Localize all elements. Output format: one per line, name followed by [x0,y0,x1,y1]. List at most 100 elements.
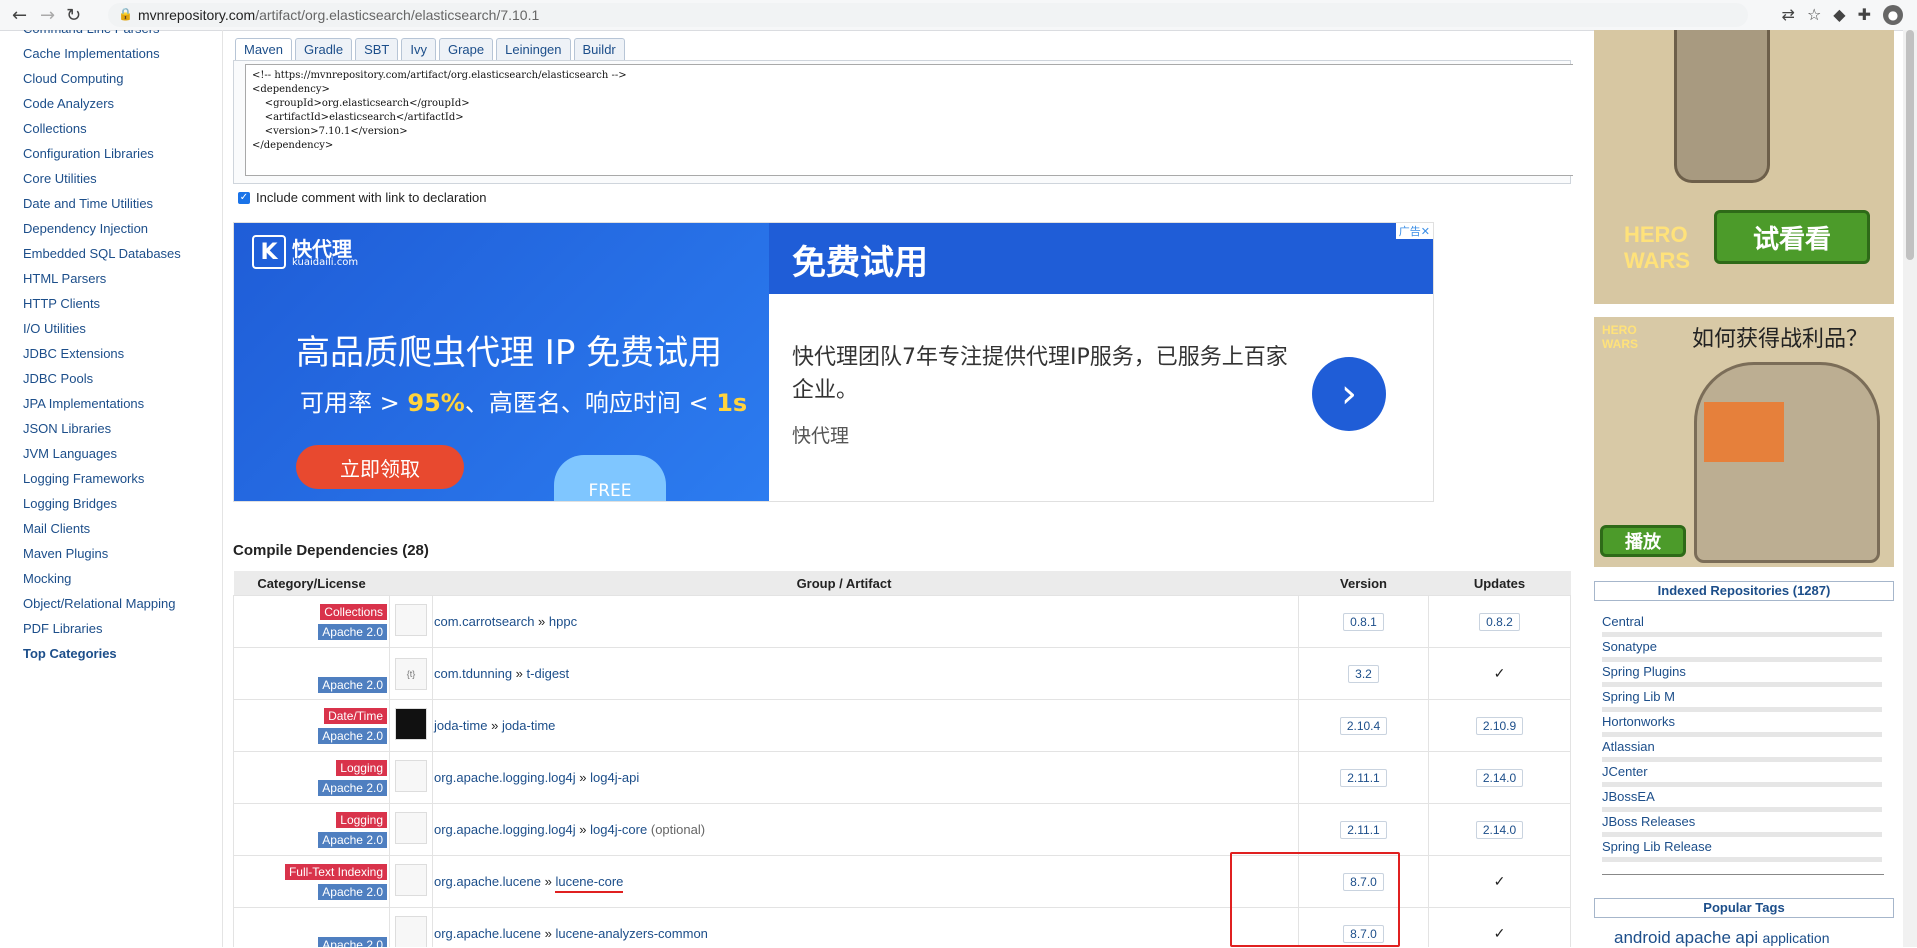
sidebar-item[interactable]: Mail Clients [10,516,222,541]
artifact-logo-icon[interactable] [395,812,427,844]
license-badge[interactable]: Apache 2.0 [318,883,387,900]
page-scrollbar[interactable] [1903,30,1917,947]
license-badge[interactable]: Apache 2.0 [318,676,387,693]
artifact-logo-icon[interactable] [395,604,427,636]
top-categories-link[interactable]: Top Categories [10,641,222,666]
artifact-logo-icon[interactable]: {t} [395,657,427,690]
artifact-link[interactable]: log4j-core [590,822,647,837]
sidebar-item[interactable]: Cloud Computing [10,66,222,91]
update-link[interactable]: 2.14.0 [1475,768,1524,787]
artifact-link[interactable]: log4j-api [590,770,639,785]
artifact-logo-icon[interactable] [395,864,427,896]
tab-leiningen[interactable]: Leiningen [496,38,571,61]
game-ad-bottom[interactable]: HERO WARS 如何获得战利品？ 播放 [1594,317,1894,567]
sidebar-item[interactable]: Collections [10,116,222,141]
repo-link[interactable]: JBossEA [1602,787,1882,812]
license-badge[interactable]: Apache 2.0 [318,779,387,796]
sidebar-item[interactable]: JDBC Extensions [10,341,222,366]
scrollbar-thumb[interactable] [1906,30,1914,260]
sidebar-item[interactable]: PDF Libraries [10,616,222,641]
category-badge[interactable]: Logging [336,811,387,828]
category-badge[interactable]: Full-Text Indexing [284,863,387,880]
group-link[interactable]: joda-time [434,718,487,733]
sidebar-item[interactable]: Core Utilities [10,166,222,191]
group-link[interactable]: com.carrotsearch [434,614,534,629]
artifact-link[interactable]: hppc [549,614,577,629]
license-badge[interactable]: Apache 2.0 [318,831,387,848]
sidebar-item[interactable]: JDBC Pools [10,366,222,391]
version-link[interactable]: 2.11.1 [1340,768,1387,787]
tab-buildr[interactable]: Buildr [573,38,625,61]
banner-ad[interactable]: K 快代理 kuaidaili.com 高品质爬虫代理 IP 免费试用 可用率 … [233,222,1434,502]
sidebar-item[interactable]: Date and Time Utilities [10,191,222,216]
repo-link[interactable]: Spring Lib M [1602,687,1882,712]
category-badge[interactable]: Collections [320,603,387,620]
puzzle-icon[interactable]: ✚ [1858,5,1871,25]
artifact-logo-icon[interactable] [395,708,427,740]
sidebar-item[interactable]: HTTP Clients [10,291,222,316]
group-link[interactable]: org.apache.lucene [434,874,541,889]
artifact-link[interactable]: lucene-core [555,874,624,893]
tab-sbt[interactable]: SBT [355,38,399,61]
include-comment-checkbox[interactable]: ✓ [238,191,250,204]
ad-close-icon[interactable]: 广告✕ [1395,223,1433,239]
license-badge[interactable]: Apache 2.0 [318,936,387,947]
address-bar[interactable]: 🔒 mvnrepository.com/artifact/org.elastic… [108,3,1748,27]
sidebar-item[interactable]: Configuration Libraries [10,141,222,166]
version-link[interactable]: 2.10.4 [1339,716,1388,735]
group-link[interactable]: org.apache.lucene [434,926,541,941]
group-link[interactable]: org.apache.logging.log4j [434,770,576,785]
sidebar-item[interactable]: Command Line Parsers [10,30,222,41]
repo-link[interactable]: Sonatype [1602,637,1882,662]
indexed-repos-title[interactable]: Indexed Repositories (1287) [1594,581,1894,601]
group-link[interactable]: org.apache.logging.log4j [434,822,576,837]
tag-android[interactable]: android [1614,928,1671,947]
sidebar-item[interactable]: Logging Frameworks [10,466,222,491]
popular-tags-title[interactable]: Popular Tags [1594,898,1894,918]
license-badge[interactable]: Apache 2.0 [318,623,387,640]
sidebar-item[interactable]: JVM Languages [10,441,222,466]
tag-api[interactable]: api [1735,928,1758,947]
update-link[interactable]: 2.10.9 [1475,716,1524,735]
artifact-link[interactable]: joda-time [502,718,555,733]
tab-ivy[interactable]: Ivy [401,38,436,61]
sidebar-item[interactable]: Dependency Injection [10,216,222,241]
category-badge[interactable]: Logging [336,759,387,776]
game-ad-top[interactable]: HERO WARS 试看看 [1594,30,1894,304]
sidebar-item[interactable]: Cache Implementations [10,41,222,66]
version-link[interactable]: 2.11.1 [1340,820,1387,839]
try-ad-button[interactable]: 试看看 [1714,210,1870,264]
star-icon[interactable]: ☆ [1807,5,1821,25]
artifact-link[interactable]: t-digest [527,666,570,681]
sidebar-item[interactable]: Embedded SQL Databases [10,241,222,266]
artifact-logo-icon[interactable] [395,760,427,792]
tag-apache[interactable]: apache [1675,928,1731,947]
update-link[interactable]: 2.14.0 [1475,820,1524,839]
artifact-link[interactable]: lucene-analyzers-common [555,926,707,941]
repo-link[interactable]: Central [1602,612,1882,637]
play-ad-button[interactable]: 播放 [1600,525,1686,557]
tag-application[interactable]: application [1763,930,1830,946]
include-comment-row[interactable]: ✓ Include comment with link to declarati… [238,190,487,205]
forward-icon[interactable]: → [40,5,55,26]
group-link[interactable]: com.tdunning [434,666,512,681]
sidebar-item[interactable]: Mocking [10,566,222,591]
sidebar-item[interactable]: Code Analyzers [10,91,222,116]
profile-avatar-icon[interactable]: ● [1883,5,1903,25]
sidebar-item[interactable]: Object/Relational Mapping [10,591,222,616]
sidebar-item[interactable]: JPA Implementations [10,391,222,416]
sidebar-item[interactable]: JSON Libraries [10,416,222,441]
repo-link[interactable]: JBoss Releases [1602,812,1882,837]
version-link[interactable]: 3.2 [1348,664,1379,683]
chevron-right-icon[interactable]: › [1312,357,1386,431]
tab-grape[interactable]: Grape [438,38,494,61]
ad-claim-button[interactable]: 立即领取 [296,445,464,489]
back-icon[interactable]: ← [12,5,27,26]
repo-link[interactable]: Spring Lib Release [1602,837,1882,862]
license-badge[interactable]: Apache 2.0 [318,727,387,744]
repo-link[interactable]: Hortonworks [1602,712,1882,737]
tab-gradle[interactable]: Gradle [295,38,353,61]
sidebar-item[interactable]: I/O Utilities [10,316,222,341]
repo-link[interactable]: JCenter [1602,762,1882,787]
sidebar-item[interactable]: Logging Bridges [10,491,222,516]
